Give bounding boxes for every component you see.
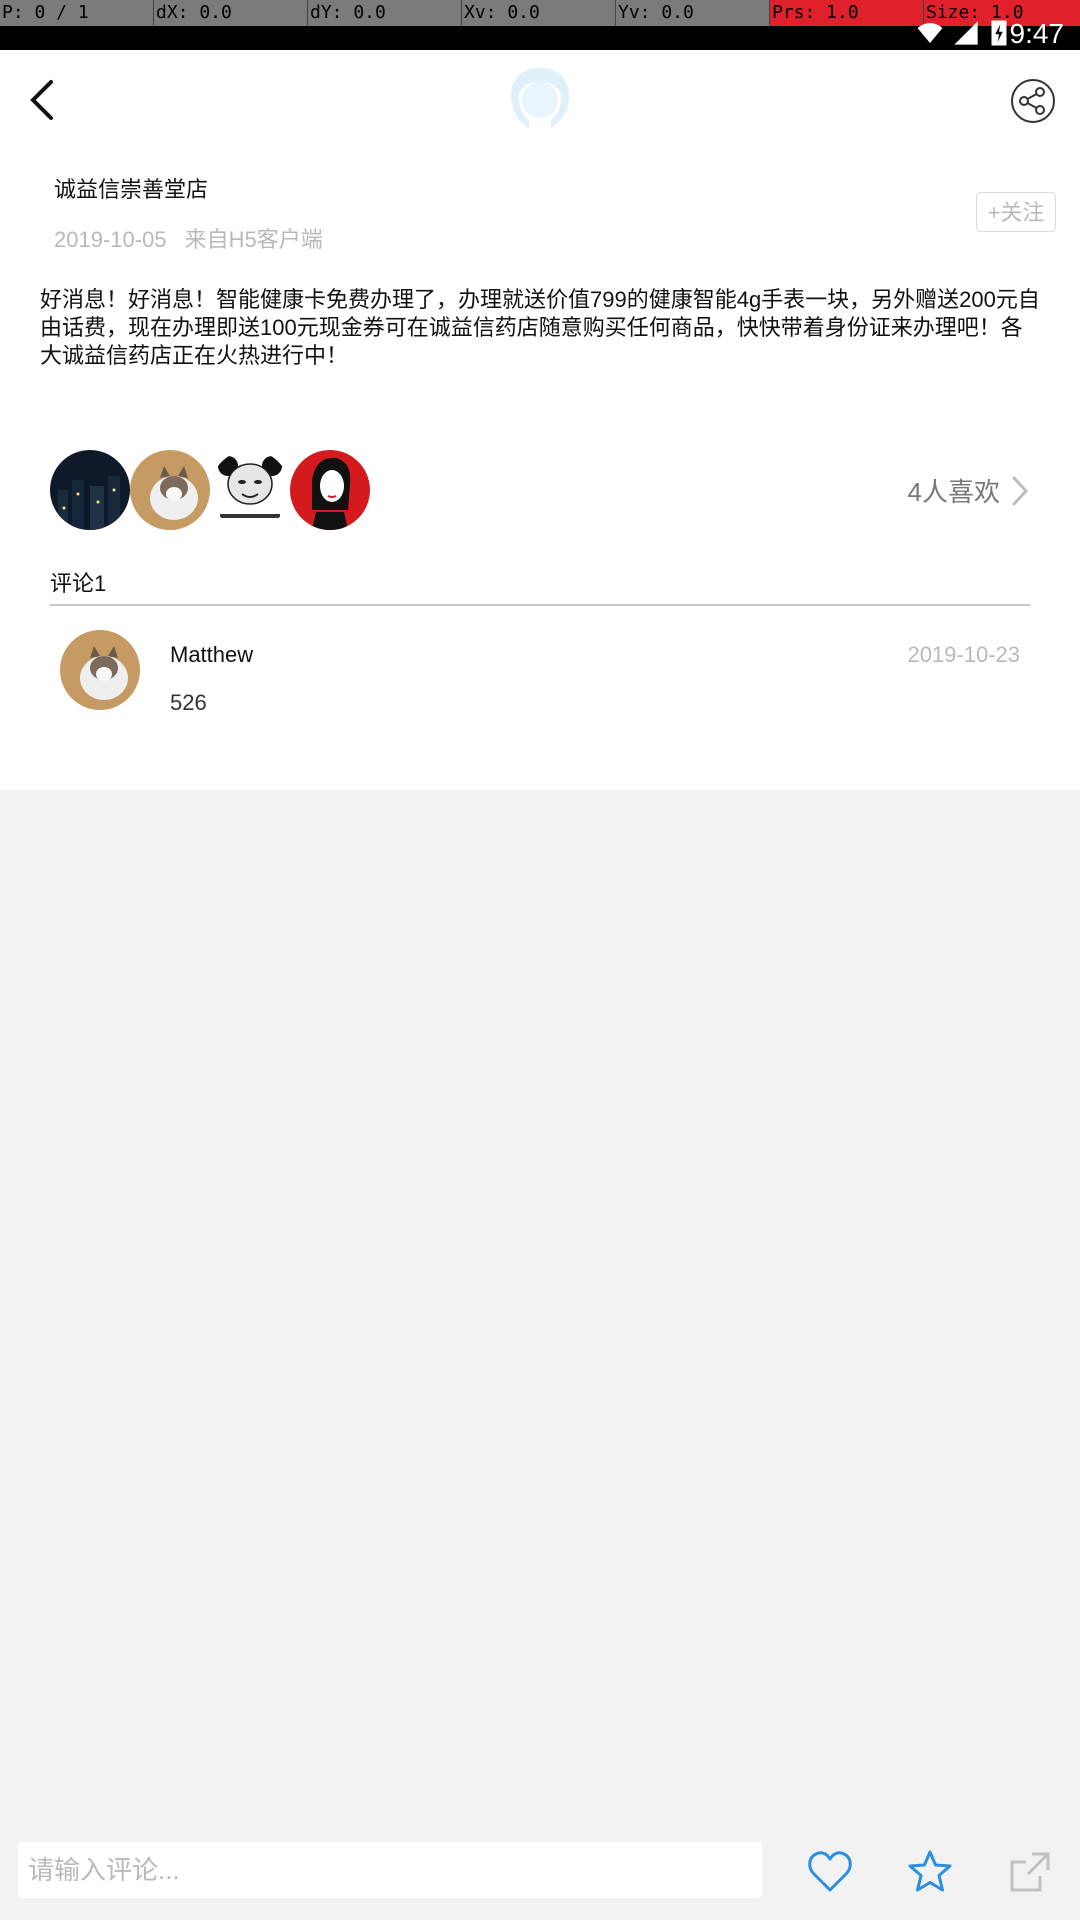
battery-icon <box>991 20 1007 46</box>
cell-signal-icon <box>954 21 978 45</box>
comment-item[interactable]: Matthew 2019-10-23 526 <box>50 630 1030 750</box>
likes-count-link[interactable]: 4人喜欢 <box>908 472 1030 509</box>
comment-avatar[interactable] <box>60 630 140 710</box>
post-meta: 2019-10-05 来自H5客户端 <box>54 222 323 254</box>
comment-text: 526 <box>170 690 207 715</box>
shop-name[interactable]: 诚益信崇善堂店 <box>54 172 208 204</box>
status-time: 9:47 <box>1009 18 1065 49</box>
header <box>0 50 1080 150</box>
external-share-icon[interactable] <box>1006 1848 1054 1896</box>
chevron-right-icon <box>1012 476 1029 505</box>
back-button[interactable] <box>20 72 64 128</box>
comments-header: 评论1 <box>50 571 107 596</box>
debug-dy: dY: 0.0 <box>308 0 462 26</box>
debug-dx: dX: 0.0 <box>154 0 308 26</box>
comments-divider <box>50 604 1030 606</box>
post-date: 2019-10-05 <box>54 227 167 252</box>
chevron-left-icon <box>30 80 53 120</box>
post-detail-card: 诚益信崇善堂店 2019-10-05 来自H5客户端 +关注 好消息！好消息！智… <box>0 50 1080 790</box>
comment-date: 2019-10-23 <box>907 642 1020 667</box>
debug-yv: Yv: 0.0 <box>616 0 770 26</box>
user-avatar-icon[interactable] <box>505 64 575 136</box>
debug-pointer: P: 0 / 1 <box>0 0 154 26</box>
star-icon[interactable] <box>906 1848 954 1896</box>
heart-icon[interactable] <box>806 1848 854 1896</box>
like-avatar-cat[interactable] <box>130 450 210 530</box>
comment-author[interactable]: Matthew <box>170 642 253 668</box>
wifi-icon <box>917 23 943 43</box>
post-body-text: 好消息！好消息！智能健康卡免费办理了，办理就送价值799的健康智能4g手表一块，… <box>40 287 1040 368</box>
status-bar: 9:47 <box>0 18 1080 50</box>
screen: P: 0 / 1 dX: 0.0 dY: 0.0 Xv: 0.0 Yv: 0.0… <box>0 0 1080 1920</box>
share-icon[interactable] <box>1010 78 1056 124</box>
debug-prs: Prs: 1.0 <box>770 0 924 26</box>
follow-button[interactable]: +关注 <box>976 192 1056 232</box>
like-avatar-woman[interactable] <box>290 450 370 530</box>
debug-xv: Xv: 0.0 <box>462 0 616 26</box>
likes-count-label: 4人喜欢 <box>907 477 1000 507</box>
likes-row[interactable]: 4人喜欢 <box>50 450 1030 532</box>
like-avatar-night-city[interactable] <box>50 450 130 530</box>
like-avatar-meme[interactable] <box>210 450 290 530</box>
post-source: 来自H5客户端 <box>184 227 323 252</box>
comment-input[interactable] <box>18 1842 762 1898</box>
bottom-action-bar <box>0 1820 1080 1920</box>
